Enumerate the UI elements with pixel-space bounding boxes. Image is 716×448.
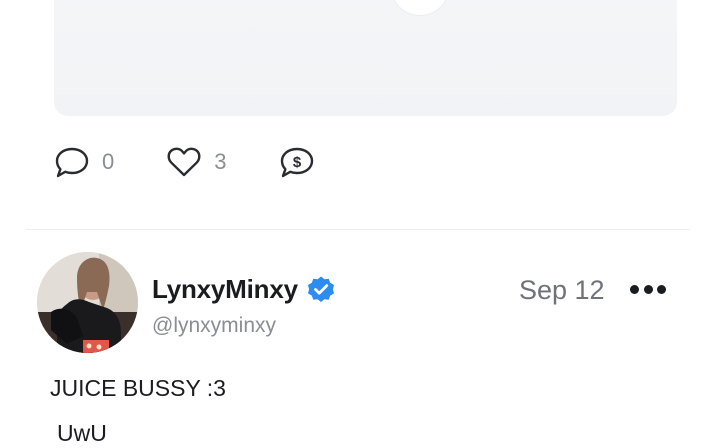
more-options-button[interactable]	[630, 279, 666, 299]
avatar[interactable]	[37, 252, 138, 353]
heart-icon	[167, 147, 201, 177]
avatar-photo	[37, 252, 138, 353]
display-name-row: LynxyMinxy	[152, 274, 336, 305]
more-dot-icon	[643, 284, 653, 294]
like-count: 3	[214, 149, 227, 174]
user-handle[interactable]: @lynxyminxy	[152, 314, 276, 338]
more-dot-icon	[657, 284, 666, 294]
post-text-line: JUICE BUSSY :3	[50, 375, 226, 401]
comment-button[interactable]: 0	[54, 145, 114, 179]
comment-count: 0	[102, 149, 115, 174]
post-divider	[26, 229, 690, 230]
feed: 0 3 $ LynxyMinxy @lynxyminxy Sep 12 JUIC…	[0, 0, 716, 448]
tip-button[interactable]: $	[279, 145, 315, 179]
media-play-indicator[interactable]	[390, 0, 450, 16]
post-date[interactable]: Sep 12	[519, 275, 605, 306]
post-actions: 0 3 $	[54, 144, 367, 180]
more-dot-icon	[630, 284, 639, 294]
like-button[interactable]: 3	[166, 146, 227, 178]
svg-text:$: $	[292, 154, 301, 171]
comment-icon	[55, 147, 89, 178]
media-placeholder[interactable]	[54, 0, 677, 116]
display-name[interactable]: LynxyMinxy	[152, 274, 298, 305]
verified-badge-icon	[307, 276, 334, 302]
tip-dollar-icon: $	[280, 147, 313, 178]
post-text-line: UwU	[57, 420, 107, 446]
